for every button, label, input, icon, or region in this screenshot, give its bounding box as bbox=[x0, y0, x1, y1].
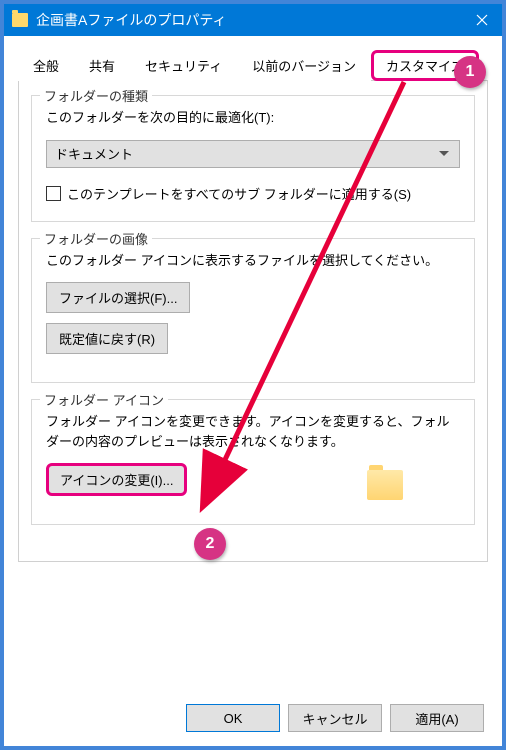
cancel-button[interactable]: キャンセル bbox=[288, 704, 382, 732]
change-icon-button[interactable]: アイコンの変更(I)... bbox=[46, 463, 187, 496]
reset-default-button[interactable]: 既定値に戻す(R) bbox=[46, 323, 168, 354]
tab-panel-customize: フォルダーの種類 このフォルダーを次の目的に最適化(T): ドキュメント このテ… bbox=[18, 81, 488, 562]
ok-button[interactable]: OK bbox=[186, 704, 280, 732]
tab-previous-versions[interactable]: 以前のバージョン bbox=[237, 50, 371, 81]
folder-icon-description: フォルダー アイコンを変更できます。アイコンを変更すると、フォルダーの内容のプレ… bbox=[46, 412, 460, 451]
group-folder-icon-title: フォルダー アイコン bbox=[40, 390, 168, 409]
optimize-label: このフォルダーを次の目的に最適化(T): bbox=[46, 108, 460, 128]
apply-template-checkbox[interactable] bbox=[46, 186, 61, 201]
group-folder-image: フォルダーの画像 このフォルダー アイコンに表示するファイルを選択してください。… bbox=[31, 238, 475, 384]
folder-preview-icon bbox=[367, 470, 403, 500]
close-icon bbox=[476, 14, 488, 26]
folder-image-description: このフォルダー アイコンに表示するファイルを選択してください。 bbox=[46, 251, 460, 271]
callout-2: 2 bbox=[194, 528, 226, 560]
group-folder-type-title: フォルダーの種類 bbox=[40, 86, 152, 105]
group-folder-icon: フォルダー アイコン フォルダー アイコンを変更できます。アイコンを変更すると、… bbox=[31, 399, 475, 525]
tab-security[interactable]: セキュリティ bbox=[130, 50, 237, 81]
group-folder-type: フォルダーの種類 このフォルダーを次の目的に最適化(T): ドキュメント このテ… bbox=[31, 95, 475, 222]
select-file-button[interactable]: ファイルの選択(F)... bbox=[46, 282, 190, 313]
window-title: 企画書Aファイルのプロパティ bbox=[36, 10, 462, 30]
tab-bar: 全般 共有 セキュリティ 以前のバージョン カスタマイズ bbox=[18, 50, 488, 81]
titlebar: 企画書Aファイルのプロパティ bbox=[4, 4, 502, 36]
close-button[interactable] bbox=[462, 4, 502, 36]
apply-button[interactable]: 適用(A) bbox=[390, 704, 484, 732]
folder-icon bbox=[12, 13, 28, 27]
apply-template-row[interactable]: このテンプレートをすべてのサブ フォルダーに適用する(S) bbox=[46, 184, 460, 203]
tab-sharing[interactable]: 共有 bbox=[74, 50, 130, 81]
group-folder-image-title: フォルダーの画像 bbox=[40, 229, 152, 248]
dialog-buttons: OK キャンセル 適用(A) bbox=[186, 704, 484, 732]
callout-1: 1 bbox=[454, 56, 486, 88]
optimize-select[interactable]: ドキュメント bbox=[46, 140, 460, 168]
apply-template-label: このテンプレートをすべてのサブ フォルダーに適用する(S) bbox=[67, 184, 411, 203]
optimize-select-value: ドキュメント bbox=[55, 144, 133, 163]
tab-general[interactable]: 全般 bbox=[18, 50, 74, 81]
